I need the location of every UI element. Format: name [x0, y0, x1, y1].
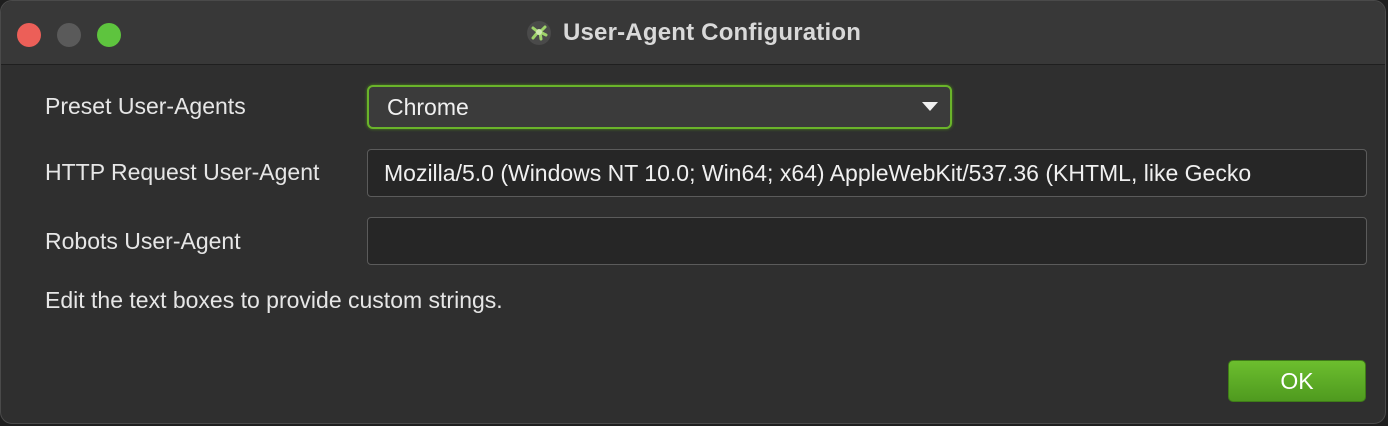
title-bar[interactable]: User-Agent Configuration [1, 1, 1385, 65]
chevron-down-icon [922, 102, 938, 111]
spider-frog-icon [526, 21, 551, 45]
help-text: Edit the text boxes to provide custom st… [45, 287, 503, 313]
window-title: User-Agent Configuration [562, 19, 862, 46]
preset-user-agents-value: Chrome [387, 94, 469, 120]
robots-user-agent-input[interactable] [367, 217, 1367, 265]
preset-user-agents-select[interactable]: Chrome [367, 85, 952, 129]
http-user-agent-input[interactable]: Mozilla/5.0 (Windows NT 10.0; Win64; x64… [367, 149, 1367, 197]
user-agent-dialog: User-Agent Configuration Preset User-Age… [0, 0, 1386, 424]
preset-user-agents-label: Preset User-Agents [45, 93, 246, 119]
http-user-agent-label: HTTP Request User-Agent [45, 159, 320, 185]
ok-button[interactable]: OK [1228, 360, 1366, 402]
robots-user-agent-label: Robots User-Agent [45, 228, 241, 254]
